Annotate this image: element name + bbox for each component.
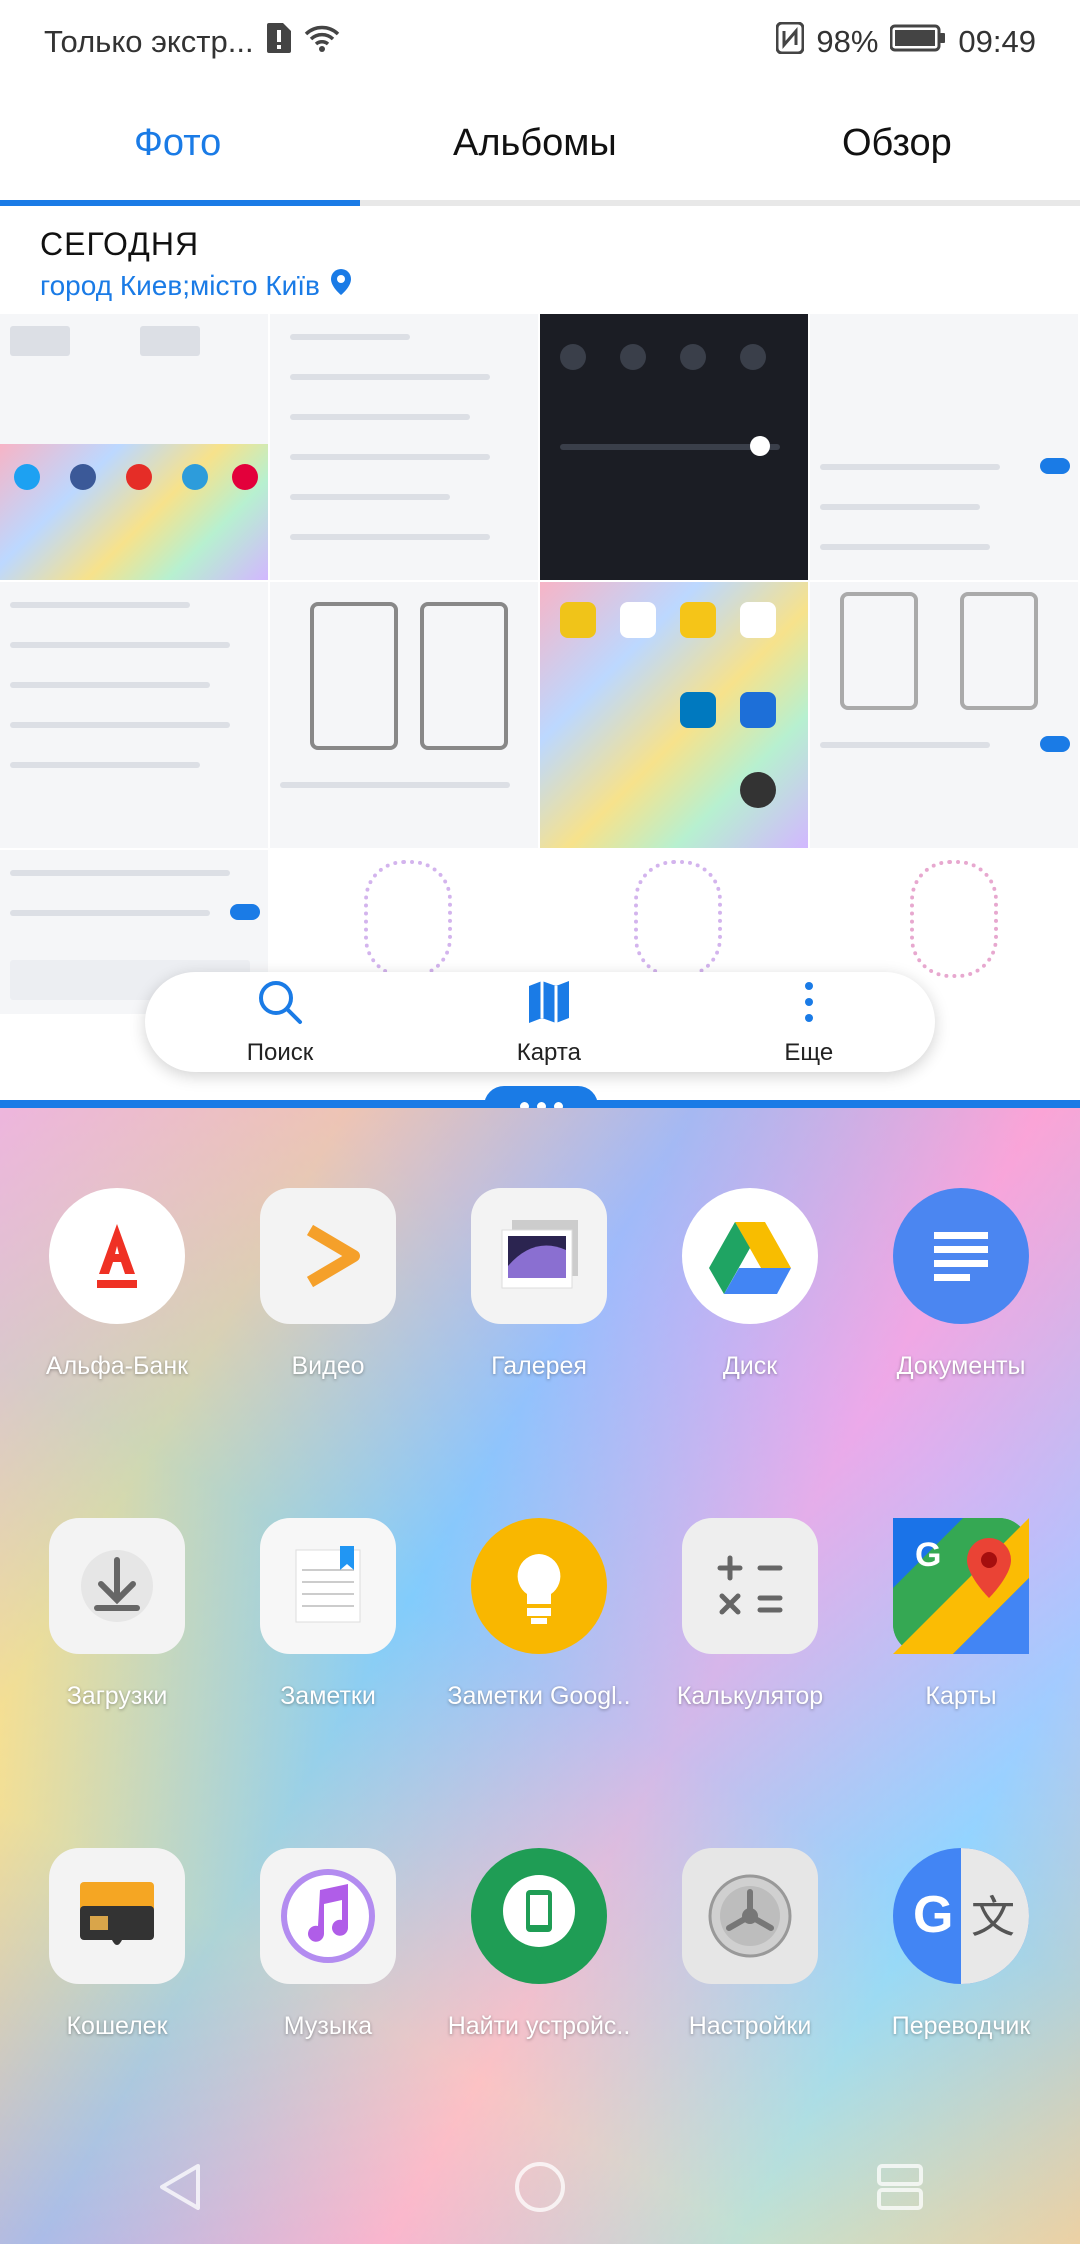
keep-icon bbox=[471, 1518, 607, 1654]
more-label: Еще bbox=[784, 1038, 834, 1066]
app-label: Кошелек bbox=[66, 2012, 168, 2040]
home-button[interactable] bbox=[500, 2147, 580, 2227]
recents-button[interactable] bbox=[860, 2147, 940, 2227]
app-music[interactable]: Музыка bbox=[228, 1848, 428, 2041]
settings-icon bbox=[682, 1848, 818, 1984]
location-text: город Киев;місто Київ bbox=[40, 269, 320, 301]
svg-text:文: 文 bbox=[971, 1892, 1015, 1943]
location-pin-icon bbox=[330, 268, 352, 303]
app-keep[interactable]: Заметки Googl.. bbox=[439, 1518, 639, 1711]
app-label: Заметки Googl.. bbox=[447, 1682, 631, 1710]
translate-icon: G文 bbox=[893, 1848, 1029, 1984]
maps-icon: G bbox=[893, 1518, 1029, 1654]
tab-albums[interactable]: Альбомы bbox=[453, 122, 617, 165]
svg-text:G: G bbox=[913, 1886, 953, 1944]
tab-underline-indicator bbox=[0, 200, 360, 206]
app-find-device[interactable]: Найти устройс.. bbox=[439, 1848, 639, 2041]
app-label: Настройки bbox=[688, 2012, 812, 2040]
photo-grid bbox=[0, 314, 1080, 1014]
app-label: Переводчик bbox=[891, 2012, 1031, 2040]
search-icon bbox=[256, 978, 304, 1033]
gallery-bottom-toolbar: Поиск Карта Еще bbox=[145, 972, 935, 1072]
app-video[interactable]: Видео bbox=[228, 1188, 428, 1381]
app-launcher: Альфа-Банк Видео Галерея Диск Документы … bbox=[0, 1108, 1080, 2244]
app-label: Заметки bbox=[280, 1682, 376, 1710]
home-circle-icon bbox=[515, 2162, 565, 2212]
photo-thumbnail[interactable] bbox=[270, 314, 538, 580]
calculator-icon bbox=[682, 1518, 818, 1654]
video-icon bbox=[260, 1188, 396, 1324]
app-alfa-bank[interactable]: Альфа-Банк bbox=[17, 1188, 217, 1381]
app-label: Калькулятор bbox=[676, 1682, 824, 1710]
app-calculator[interactable]: Калькулятор bbox=[650, 1518, 850, 1711]
map-button[interactable]: Карта bbox=[517, 978, 581, 1067]
photo-thumbnail[interactable] bbox=[0, 314, 268, 580]
navigation-bar bbox=[0, 2130, 1080, 2244]
sim-alert-icon bbox=[266, 22, 292, 62]
date-header: СЕГОДНЯ bbox=[40, 226, 200, 262]
photo-thumbnail[interactable] bbox=[540, 582, 808, 848]
music-icon bbox=[260, 1848, 396, 1984]
map-icon bbox=[525, 978, 573, 1033]
app-label: Музыка bbox=[283, 2012, 373, 2040]
photo-thumbnail[interactable] bbox=[0, 582, 268, 848]
tab-overview[interactable]: Обзор bbox=[842, 122, 952, 165]
notes-icon bbox=[260, 1518, 396, 1654]
recents-icon bbox=[877, 2164, 923, 2210]
status-bar: Только экстр... 98% 09:49 bbox=[0, 0, 1080, 86]
clock: 09:49 bbox=[958, 24, 1036, 59]
carrier-text: Только экстр... bbox=[44, 24, 254, 59]
app-drive[interactable]: Диск bbox=[650, 1188, 850, 1381]
more-button[interactable]: Еще bbox=[784, 978, 833, 1067]
app-settings[interactable]: Настройки bbox=[650, 1848, 850, 2041]
wallet-icon bbox=[49, 1848, 185, 1984]
back-button[interactable] bbox=[140, 2147, 220, 2227]
wifi-icon bbox=[304, 24, 340, 60]
photo-thumbnail[interactable] bbox=[810, 582, 1078, 848]
app-label: Загрузки bbox=[66, 1682, 168, 1710]
app-maps[interactable]: G Карты bbox=[861, 1518, 1061, 1711]
docs-icon bbox=[893, 1188, 1029, 1324]
app-label: Альфа-Банк bbox=[45, 1352, 189, 1380]
gallery-icon bbox=[471, 1188, 607, 1324]
drive-icon bbox=[682, 1188, 818, 1324]
find-device-icon bbox=[471, 1848, 607, 1984]
map-label: Карта bbox=[516, 1038, 581, 1066]
app-notes[interactable]: Заметки bbox=[228, 1518, 428, 1711]
photo-thumbnail[interactable] bbox=[810, 314, 1078, 580]
app-label: Галерея bbox=[491, 1352, 587, 1380]
app-gallery[interactable]: Галерея bbox=[439, 1188, 639, 1381]
photo-thumbnail[interactable] bbox=[540, 314, 808, 580]
location-link[interactable]: город Киев;місто Київ bbox=[40, 268, 352, 303]
downloads-icon bbox=[49, 1518, 185, 1654]
svg-text:G: G bbox=[915, 1536, 941, 1574]
app-translate[interactable]: G文 Переводчик bbox=[861, 1848, 1061, 2041]
search-button[interactable]: Поиск bbox=[246, 978, 314, 1067]
tab-bar: Фото Альбомы Обзор bbox=[0, 96, 1080, 206]
more-vertical-icon bbox=[785, 978, 833, 1033]
app-label: Диск bbox=[722, 1352, 778, 1380]
app-label: Карты bbox=[925, 1682, 997, 1710]
app-wallet[interactable]: Кошелек bbox=[17, 1848, 217, 2041]
app-label: Документы bbox=[896, 1352, 1026, 1380]
app-label: Видео bbox=[291, 1352, 365, 1380]
photo-thumbnail[interactable] bbox=[270, 582, 538, 848]
alfa-bank-icon bbox=[49, 1188, 185, 1324]
battery-icon bbox=[889, 24, 946, 60]
app-downloads[interactable]: Загрузки bbox=[17, 1518, 217, 1711]
nfc-icon bbox=[775, 21, 805, 62]
battery-percent: 98% bbox=[816, 24, 879, 59]
gallery-pane: Только экстр... 98% 09:49 Фото Альбомы О… bbox=[0, 0, 1080, 1100]
search-label: Поиск bbox=[246, 1038, 314, 1066]
tab-photos[interactable]: Фото bbox=[134, 122, 221, 165]
back-triangle-icon bbox=[160, 2164, 200, 2210]
app-docs[interactable]: Документы bbox=[861, 1188, 1061, 1381]
app-label: Найти устройс.. bbox=[447, 2012, 631, 2040]
